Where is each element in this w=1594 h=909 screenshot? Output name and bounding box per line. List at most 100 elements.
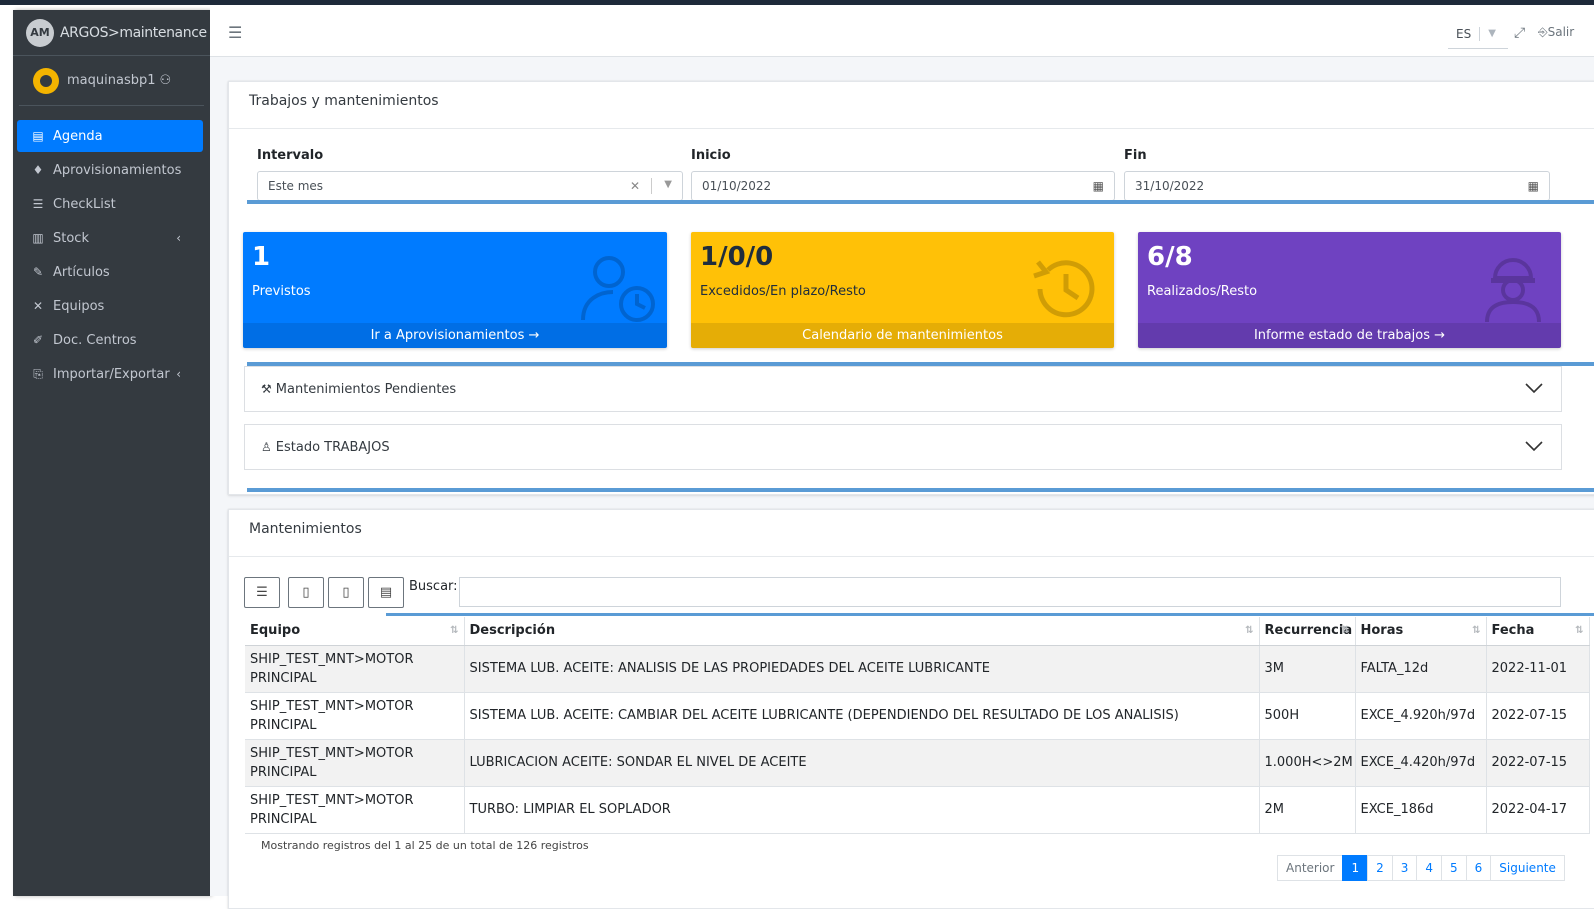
intervalo-select[interactable]: Este mes ✕ ▼: [257, 171, 683, 201]
pagination-page[interactable]: 4: [1416, 855, 1443, 881]
sidebar-item-aprovisionamientos[interactable]: ♦ Aprovisionamientos: [17, 154, 203, 186]
brand[interactable]: AM ARGOS>maintenance: [13, 10, 210, 56]
columns-icon: ▤: [379, 585, 393, 600]
fullscreen-icon[interactable]: ⤢: [1514, 25, 1525, 41]
search-input[interactable]: [459, 577, 1561, 607]
accordion-mantenimientos-pendientes[interactable]: ⚒ Mantenimientos Pendientes: [244, 366, 1562, 412]
cell-equipo: SHIP_TEST_MNT>MOTOR PRINCIPAL: [245, 739, 465, 787]
trabajos-card: Trabajos y mantenimientos Intervalo Este…: [228, 81, 1594, 495]
pencil-icon: ✎: [32, 265, 44, 279]
sidebar-item-importar-exportar[interactable]: ⎘ Importar/Exportar ‹: [17, 358, 203, 390]
hard-hat-worker-icon: [1485, 258, 1541, 323]
table-row[interactable]: SHIP_TEST_MNT>MOTOR PRINCIPAL SISTEMA LU…: [245, 645, 1590, 693]
brand-name: ARGOS>maintenance: [60, 24, 207, 41]
excel-file-icon: ▯: [302, 585, 310, 600]
column-header-equipo[interactable]: Equipo ⇅: [245, 617, 465, 646]
column-header-recurrencia[interactable]: Recurrencia ⇅: [1259, 617, 1356, 646]
sort-icon: ⇅: [1472, 625, 1481, 636]
tile-realizados: 6/8 Realizados/Resto Informe estado de t…: [1138, 232, 1561, 348]
inicio-date-field[interactable]: 01/10/2022 ▦: [691, 171, 1115, 201]
tools-icon: ✕: [32, 299, 44, 313]
warehouse-icon: ▥: [32, 231, 44, 245]
hamburger-menu-icon[interactable]: ☰: [228, 23, 242, 42]
tile-label: Excedidos/En plazo/Resto: [700, 284, 866, 299]
logout-label: Salir: [1547, 25, 1575, 39]
table-info: Mostrando registros del 1 al 25 de un to…: [261, 839, 589, 852]
cell-fecha: 2022-07-15: [1486, 692, 1590, 740]
table-row[interactable]: SHIP_TEST_MNT>MOTOR PRINCIPAL LUBRICACIO…: [245, 739, 1590, 787]
card-title: Trabajos y mantenimientos: [249, 93, 439, 109]
logout-button[interactable]: ⎆Salir: [1538, 25, 1594, 40]
pagination-page[interactable]: 1: [1342, 855, 1369, 881]
chevron-left-icon: ‹: [176, 367, 181, 381]
tile-link-calendario[interactable]: Calendario de mantenimientos: [691, 323, 1114, 348]
sidebar-item-articulos[interactable]: ✎ Artículos: [17, 256, 203, 288]
sidebar-item-checklist[interactable]: ☰ CheckList: [17, 188, 203, 220]
fin-value: 31/10/2022: [1135, 179, 1205, 193]
tile-link-informe[interactable]: Informe estado de trabajos →: [1138, 323, 1561, 348]
cell-descripcion: SISTEMA LUB. ACEITE: CAMBIAR DEL ACEITE …: [464, 692, 1260, 740]
cell-equipo: SHIP_TEST_MNT>MOTOR PRINCIPAL: [245, 645, 465, 693]
maintenance-table: Equipo ⇅ Descripción ⇅ Recurrencia ⇅ Horas ⇅…: [245, 617, 1590, 834]
print-layout-button[interactable]: ▤: [368, 577, 404, 608]
avatar: [33, 67, 59, 94]
chevron-down-icon: [1525, 441, 1543, 452]
document-icon: ✐: [32, 333, 44, 347]
fin-date-field[interactable]: 31/10/2022 ▦: [1124, 171, 1550, 201]
cell-equipo: SHIP_TEST_MNT>MOTOR PRINCIPAL: [245, 786, 465, 834]
cell-descripcion: SISTEMA LUB. ACEITE: ANALISIS DE LAS PRO…: [464, 645, 1260, 693]
language-select[interactable]: ES ▼: [1448, 19, 1508, 49]
export-excel-button[interactable]: ▯: [288, 577, 324, 608]
column-header-descripcion[interactable]: Descripción ⇅: [464, 617, 1260, 646]
accordion-estado-trabajos[interactable]: ♙ Estado TRABAJOS: [244, 424, 1562, 470]
list-icon: ☰: [256, 585, 268, 600]
calendar-icon[interactable]: ▦: [1528, 179, 1539, 193]
sidebar-item-agenda[interactable]: ▤ Agenda: [17, 120, 203, 152]
cell-horas: EXCE_186d: [1355, 786, 1487, 834]
fin-label: Fin: [1124, 148, 1147, 163]
chevron-down-icon: [1525, 383, 1543, 394]
sort-icon: ⇅: [1341, 625, 1350, 636]
sidebar-item-equipos[interactable]: ✕ Equipos: [17, 290, 203, 322]
brand-logo: AM: [26, 18, 54, 47]
sidebar-item-label: Importar/Exportar: [53, 366, 170, 382]
pagination-page[interactable]: 6: [1465, 855, 1492, 881]
sidebar-item-label: Stock: [53, 230, 89, 246]
cell-recurrencia: 2M: [1259, 786, 1356, 834]
user-panel[interactable]: maquinasbp1 ⚇: [19, 56, 204, 106]
column-header-fecha[interactable]: Fecha ⇅: [1486, 617, 1590, 646]
checklist-icon: ☰: [32, 197, 44, 211]
intervalo-label: Intervalo: [257, 148, 324, 163]
pagination-page[interactable]: 3: [1391, 855, 1418, 881]
column-header-horas[interactable]: Horas ⇅: [1355, 617, 1487, 646]
tile-label: Previstos: [252, 284, 311, 299]
cell-descripcion: LUBRICACION ACEITE: SONDAR EL NIVEL DE A…: [464, 739, 1260, 787]
divider: [247, 200, 1594, 204]
column-visibility-button[interactable]: ☰: [244, 577, 280, 608]
sidebar-item-label: Aprovisionamientos: [53, 162, 182, 178]
top-navbar: ☰ ES ▼ ⤢ ⎆Salir: [210, 5, 1594, 57]
pagination-page[interactable]: 5: [1441, 855, 1467, 881]
pagination-page[interactable]: 2: [1367, 855, 1393, 881]
pagination-next[interactable]: Siguiente: [1490, 855, 1565, 881]
table-row[interactable]: SHIP_TEST_MNT>MOTOR PRINCIPAL TURBO: LIM…: [245, 786, 1590, 834]
export-pdf-button[interactable]: ▯: [328, 577, 364, 608]
intervalo-value: Este mes: [268, 179, 324, 193]
card-title: Mantenimientos: [249, 521, 362, 537]
tile-link-aprovisionamientos[interactable]: Ir a Aprovisionamientos →: [243, 323, 667, 348]
chevron-down-icon[interactable]: ▼: [664, 179, 672, 190]
cell-horas: EXCE_4.920h/97d: [1355, 692, 1487, 740]
table-row[interactable]: SHIP_TEST_MNT>MOTOR PRINCIPAL SISTEMA LU…: [245, 692, 1590, 740]
cell-recurrencia: 500H: [1259, 692, 1356, 740]
cell-equipo: SHIP_TEST_MNT>MOTOR PRINCIPAL: [245, 692, 465, 740]
clear-icon[interactable]: ✕: [630, 179, 640, 193]
cell-fecha: 2022-04-17: [1486, 786, 1590, 834]
tile-label: Realizados/Resto: [1147, 284, 1258, 299]
calendar-icon[interactable]: ▦: [1093, 179, 1104, 193]
user-edit-icon[interactable]: ⚇: [160, 73, 172, 88]
sidebar-item-doc-centros[interactable]: ✐ Doc. Centros: [17, 324, 203, 356]
sidebar-item-stock[interactable]: ▥ Stock ‹: [17, 222, 203, 254]
pagination-prev[interactable]: Anterior: [1277, 855, 1344, 881]
divider: [247, 488, 1594, 492]
pagination: Anterior 1 2 3 4 5 6 Siguiente: [1277, 855, 1565, 881]
